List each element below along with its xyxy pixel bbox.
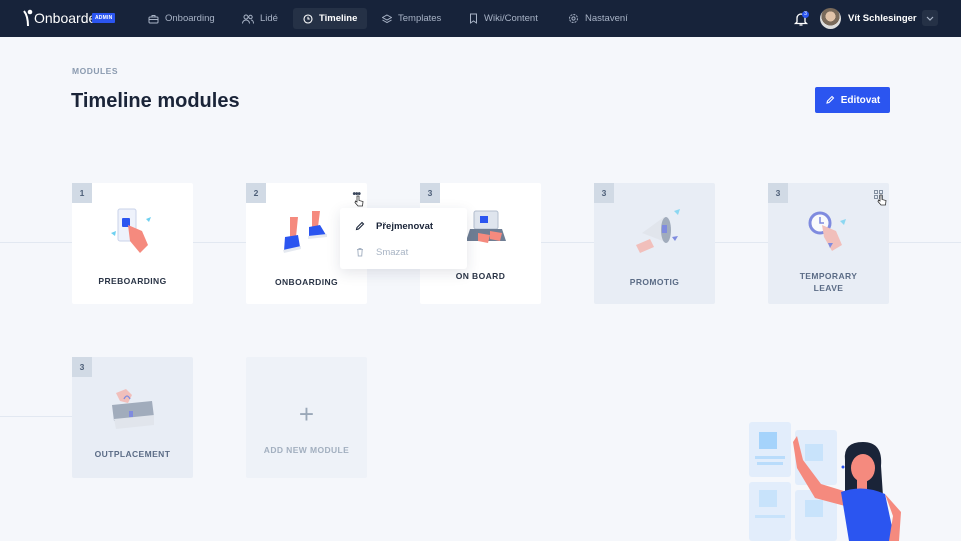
- edit-label: Editovat: [840, 94, 881, 106]
- module-name: ON BOARD: [455, 271, 506, 281]
- phone-tap-illustration: [111, 208, 151, 253]
- menu-label: Smazat: [376, 246, 409, 258]
- pencil-icon: [355, 221, 365, 231]
- chevron-down-icon: [926, 16, 934, 21]
- user-menu-toggle[interactable]: [922, 10, 938, 26]
- megaphone-illustration: [636, 209, 680, 253]
- notification-badge: 3: [802, 11, 809, 18]
- pencil-icon: [826, 95, 835, 104]
- nav-item-settings[interactable]: Nastavení: [558, 8, 638, 29]
- module-name: PREBOARDING: [98, 276, 167, 286]
- admin-badge: ADMIN: [92, 13, 116, 23]
- module-name: TEMPORARY LEAVE: [768, 270, 889, 294]
- logo-icon: [23, 9, 33, 27]
- module-context-menu: Přejmenovat Smazat: [340, 208, 467, 269]
- module-card-outplacement[interactable]: 3 OUTPLACEMENT: [72, 357, 193, 478]
- breadcrumb[interactable]: MODULES: [72, 66, 118, 76]
- nav-item-wiki[interactable]: Wiki/Content: [459, 8, 548, 29]
- module-number: 1: [72, 183, 92, 203]
- menu-item-delete[interactable]: Smazat: [340, 239, 467, 265]
- avatar[interactable]: [820, 8, 841, 29]
- menu-label: Přejmenovat: [376, 220, 434, 232]
- module-card-promotig[interactable]: 3 PROMOTIG: [594, 183, 715, 304]
- nav-item-templates[interactable]: Templates: [372, 8, 451, 29]
- nav-label: Wiki/Content: [484, 13, 538, 24]
- hand-cursor-icon: [354, 195, 364, 207]
- module-number: 3: [72, 357, 92, 377]
- module-name: ONBOARDING: [274, 277, 339, 287]
- module-number: 3: [594, 183, 614, 203]
- module-name-line-2: LEAVE: [813, 283, 844, 293]
- module-number: 2: [246, 183, 266, 203]
- woman-pointing-illustration: [749, 422, 901, 541]
- module-number: 3: [768, 183, 788, 203]
- clock-icon: [303, 13, 313, 24]
- module-name: OUTPLACEMENT: [94, 449, 171, 459]
- nav-label: Timeline: [319, 13, 358, 24]
- top-navbar: Onboardee ADMIN Onboarding Lidé Timeline…: [0, 0, 961, 37]
- nav-label: Lidé: [260, 13, 278, 24]
- stopwatch-illustration: [808, 211, 846, 251]
- user-name[interactable]: Vít Schlesinger: [848, 13, 917, 24]
- users-icon: [242, 14, 254, 24]
- nav-label: Templates: [398, 13, 442, 24]
- module-card-preboarding[interactable]: 1 PREBOARDING: [72, 183, 193, 304]
- trash-icon: [357, 248, 363, 257]
- bookmark-icon: [470, 13, 477, 24]
- module-name-line-1: TEMPORARY: [799, 271, 858, 281]
- briefcase-icon: [148, 14, 159, 23]
- page-title: Timeline modules: [71, 90, 240, 112]
- edit-button[interactable]: Editovat: [815, 87, 890, 113]
- add-new-module-button[interactable]: + ADD NEW MODULE: [246, 357, 367, 478]
- timeline-line: [0, 416, 72, 417]
- module-number: 3: [420, 183, 440, 203]
- nav-label: Onboarding: [165, 13, 215, 24]
- sneakers-illustration: [283, 211, 327, 253]
- layers-icon: [382, 13, 392, 23]
- plus-icon: +: [298, 399, 315, 429]
- add-module-label: ADD NEW MODULE: [263, 445, 350, 455]
- hand-cursor-icon: [877, 194, 887, 206]
- gear-icon: [569, 14, 578, 23]
- menu-item-rename[interactable]: Přejmenovat: [340, 213, 467, 239]
- briefcase-illustration: [112, 389, 154, 429]
- nav-item-timeline[interactable]: Timeline: [293, 8, 368, 29]
- module-card-temporary-leave[interactable]: 3 TEMPORARY LEAVE: [768, 183, 889, 304]
- nav-label: Nastavení: [585, 13, 628, 24]
- nav-item-onboarding[interactable]: Onboarding: [138, 8, 225, 29]
- module-name: PROMOTIG: [629, 277, 680, 287]
- nav-item-people[interactable]: Lidé: [232, 8, 288, 29]
